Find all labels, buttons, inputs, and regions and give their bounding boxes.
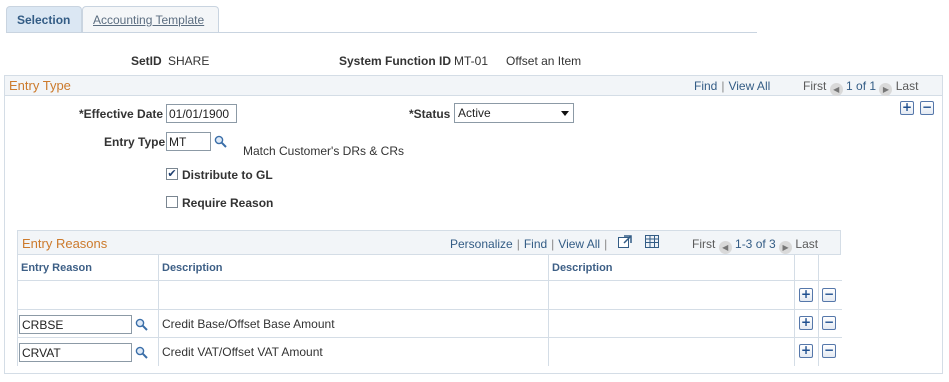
first-label: First (803, 79, 827, 93)
effective-date-label: *Effective Date (79, 107, 164, 121)
status-select[interactable]: Active (454, 103, 574, 123)
add-row-icon[interactable]: + (799, 288, 813, 302)
entry-type-input[interactable]: MT (166, 132, 211, 151)
lookup-icon[interactable] (214, 135, 227, 148)
next-icon[interactable]: ▶ (879, 83, 893, 96)
last-label: Last (795, 237, 819, 251)
spreadsheet-icon[interactable] (645, 235, 659, 248)
entry-type-header: Entry Type Find | View All First ◀ 1 of 1 … (5, 76, 942, 96)
setid-label: SetID (131, 54, 162, 68)
status-value: Active (458, 106, 491, 120)
first-label: First (692, 237, 716, 251)
setid-value: SHARE (168, 54, 210, 68)
require-reason-label: Require Reason (182, 196, 274, 210)
table-row (18, 281, 159, 310)
find-link[interactable]: Find (694, 79, 717, 93)
entry-reason-input[interactable]: CRBSE (19, 315, 132, 334)
tab-accounting-template[interactable]: Accounting Template (82, 6, 219, 33)
row-description-2 (549, 338, 795, 366)
row-count: 1 of 1 (846, 79, 877, 93)
entry-type-label: Entry Type (104, 135, 166, 149)
last-label: Last (895, 79, 919, 93)
entry-reasons-header: Entry Reasons Personalize | Find | View All |… (18, 231, 840, 255)
delete-row-icon[interactable]: − (822, 344, 836, 358)
system-function-id-label: System Function ID (339, 54, 452, 68)
prev-icon[interactable]: ◀ (718, 241, 732, 254)
view-all-link[interactable]: View All (558, 237, 600, 251)
row-description-2 (549, 310, 795, 338)
delete-row-icon[interactable]: − (822, 288, 836, 302)
distribute-to-gl-label: Distribute to GL (182, 168, 273, 182)
chevron-down-icon (561, 111, 569, 116)
effective-date-input[interactable]: 01/01/1900 (166, 104, 237, 123)
entry-reason-input[interactable]: CRVAT (19, 343, 132, 362)
status-label: *Status (409, 107, 451, 121)
col-delete (819, 255, 842, 281)
entry-reasons-pager: First ◀ 1-3 of 3 ▶ Last (692, 237, 818, 254)
personalize-link[interactable]: Personalize (450, 237, 513, 251)
col-description[interactable]: Description (159, 255, 549, 281)
col-add (795, 255, 819, 281)
row-count: 1-3 of 3 (735, 237, 776, 251)
tab-selection[interactable]: Selection (6, 6, 82, 33)
col-entry-reason[interactable]: Entry Reason (18, 255, 159, 281)
next-icon[interactable]: ▶ (779, 241, 793, 254)
tab-divider (6, 32, 757, 33)
entry-reasons-title: Entry Reasons (22, 236, 108, 251)
add-row-icon[interactable]: + (900, 101, 914, 115)
system-function-description: Offset an Item (506, 54, 582, 68)
entry-type-pager: First ◀ 1 of 1 ▶ Last (803, 79, 918, 96)
row-description: Credit VAT/Offset VAT Amount (159, 338, 549, 366)
distribute-to-gl-checkbox[interactable]: ✔ (166, 168, 178, 180)
add-row-icon[interactable]: + (799, 316, 813, 330)
require-reason-checkbox[interactable] (166, 196, 178, 208)
add-row-icon[interactable]: + (799, 344, 813, 358)
system-function-id-value: MT-01 (454, 54, 489, 68)
entry-reasons-nav: Personalize | Find | View All | (450, 237, 608, 251)
lookup-icon[interactable] (135, 318, 148, 331)
new-window-icon[interactable] (618, 235, 632, 248)
row-description: Credit Base/Offset Base Amount (159, 310, 549, 338)
delete-row-icon[interactable]: − (822, 316, 836, 330)
find-link[interactable]: Find (524, 237, 547, 251)
view-all-link[interactable]: View All (728, 79, 770, 93)
entry-type-title: Entry Type (9, 78, 71, 93)
row-description (159, 281, 549, 310)
row-description-2 (549, 281, 795, 310)
delete-row-icon[interactable]: − (920, 101, 934, 115)
prev-icon[interactable]: ◀ (829, 83, 843, 96)
col-description-2[interactable]: Description (549, 255, 795, 281)
entry-type-nav: Find | View All (694, 79, 771, 93)
lookup-icon[interactable] (135, 346, 148, 359)
entry-type-description: Match Customer's DRs & CRs (243, 144, 404, 158)
